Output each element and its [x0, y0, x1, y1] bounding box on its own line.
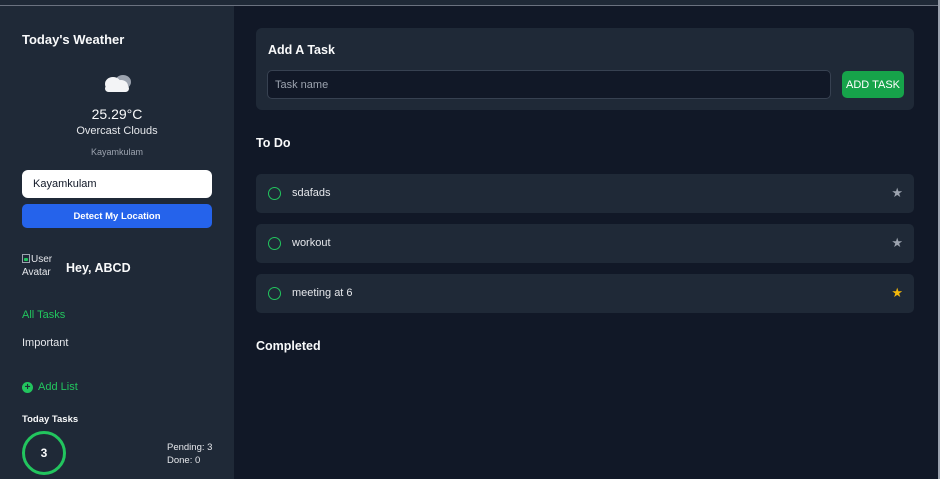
add-task-title: Add A Task [268, 43, 335, 57]
todo-section-title: To Do [256, 136, 291, 150]
task-item[interactable]: workout ★ [256, 224, 914, 263]
complete-checkbox[interactable] [268, 187, 281, 200]
temperature: 25.29°C [91, 106, 143, 122]
complete-checkbox[interactable] [268, 237, 281, 250]
broken-image-icon [22, 254, 30, 263]
task-stats: Pending: 3 Done: 0 [167, 441, 212, 467]
today-tasks-count: 3 [22, 431, 66, 475]
nav-all-tasks[interactable]: All Tasks [22, 309, 65, 321]
weather-city: Kayamkulam [90, 147, 144, 157]
sidebar: Today's Weather 25.29°C Overcast Clouds … [0, 6, 234, 479]
add-task-button[interactable]: ADD TASK [842, 71, 904, 98]
task-name: workout [292, 237, 331, 249]
task-name: sdafads [292, 187, 331, 199]
task-name: meeting at 6 [292, 287, 353, 299]
completed-section-title: Completed [256, 339, 321, 353]
star-icon[interactable]: ★ [891, 285, 903, 301]
add-list-label: Add List [38, 381, 78, 393]
today-tasks-title: Today Tasks [22, 414, 79, 425]
add-list-button[interactable]: + Add List [22, 381, 78, 393]
task-item[interactable]: sdafads ★ [256, 174, 914, 213]
pending-count: Pending: 3 [167, 442, 213, 453]
cloud-icon [105, 75, 131, 92]
star-icon[interactable]: ★ [891, 235, 903, 251]
star-icon[interactable]: ★ [891, 185, 903, 201]
city-input[interactable] [22, 170, 212, 198]
nav-important[interactable]: Important [22, 337, 68, 349]
main-content: Add A Task ADD TASK To Do sdafads ★ work… [234, 6, 938, 479]
detect-location-button[interactable]: Detect My Location [22, 204, 212, 228]
done-count: Done: 0 [167, 455, 201, 466]
task-item[interactable]: meeting at 6 ★ [256, 274, 914, 313]
plus-circle-icon: + [22, 381, 33, 393]
user-greeting: Hey, ABCD [66, 261, 131, 275]
avatar: User Avatar [22, 253, 56, 283]
weather-title: Today's Weather [22, 32, 125, 47]
complete-checkbox[interactable] [268, 287, 281, 300]
weather-description: Overcast Clouds [76, 125, 158, 137]
task-name-input[interactable] [267, 70, 831, 99]
add-task-card: Add A Task ADD TASK [256, 28, 914, 110]
